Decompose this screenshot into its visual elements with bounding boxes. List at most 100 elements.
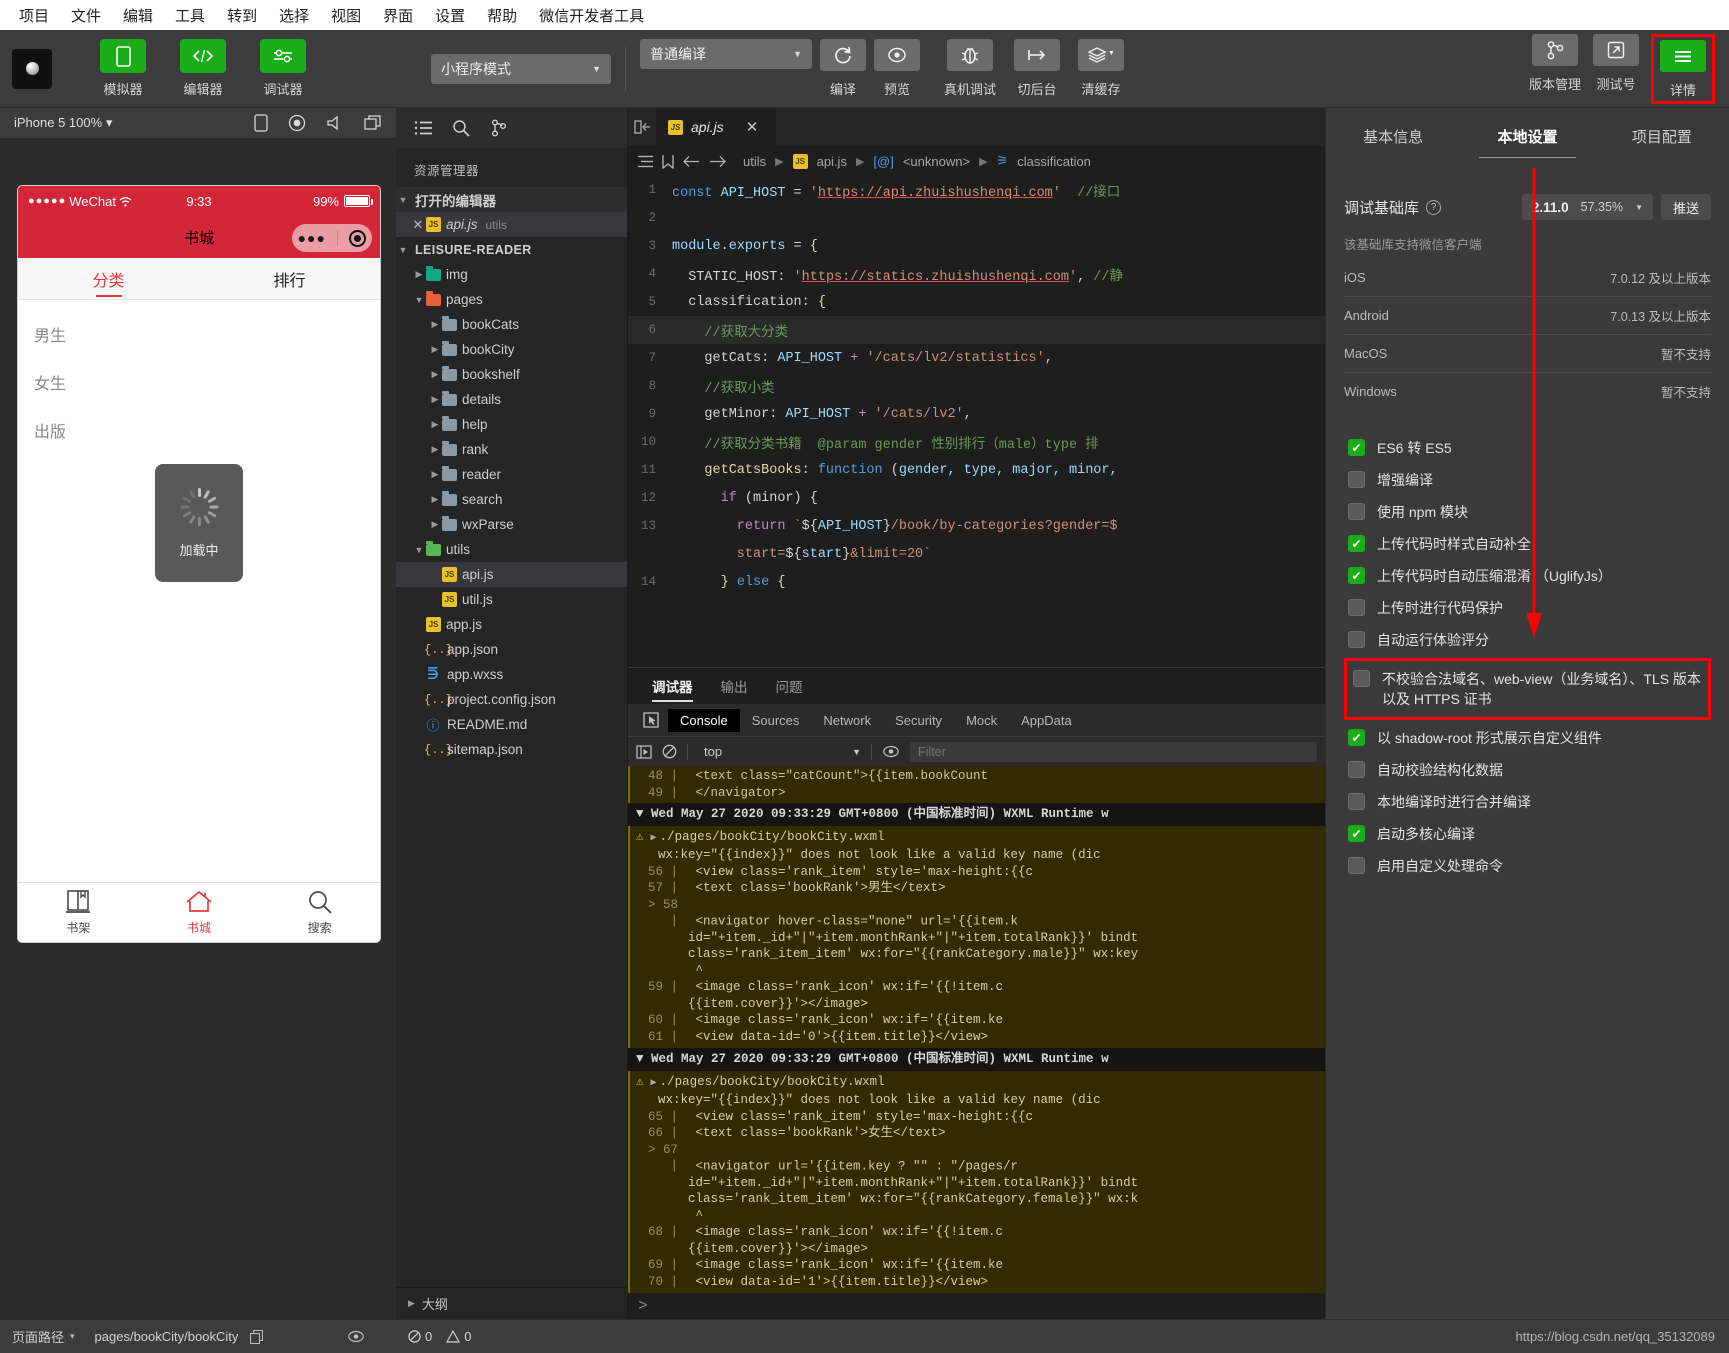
error-badge[interactable]: 0 [408,1329,432,1344]
eye-icon[interactable] [347,1330,365,1343]
tree-item-details[interactable]: ▶ details [396,387,627,412]
setting-checkbox-row[interactable]: 启动多核心编译 [1344,818,1711,850]
list-icon[interactable] [414,120,432,136]
settings-tab-local-settings[interactable]: 本地设置 [1460,108,1594,164]
checkbox-unchecked-icon[interactable] [1353,670,1370,687]
console-prompt[interactable]: > [628,1293,1325,1319]
checkbox-unchecked-icon[interactable] [1348,857,1365,874]
tree-item-img[interactable]: ▶ img [396,262,627,287]
checkbox-unchecked-icon[interactable] [1348,503,1365,520]
category-item-publish[interactable]: 出版 [18,406,380,454]
checkbox-unchecked-icon[interactable] [1348,599,1365,616]
devtools-tab-security[interactable]: Security [883,709,954,732]
checkbox-checked-icon[interactable] [1348,567,1365,584]
editor-toggle-button[interactable]: 编辑器 [170,39,236,98]
code-editor[interactable]: 1 const API_HOST = 'https://api.zhuishush… [628,176,1325,667]
devtools-tab-mock[interactable]: Mock [954,709,1009,732]
compile-select[interactable]: 普通编译 ▼ [640,39,812,69]
real-device-debug-button[interactable]: 真机调试 [944,39,996,98]
tree-item-project-config[interactable]: {..} project.config.json [396,687,627,712]
setting-checkbox-row[interactable]: 本地编译时进行合并编译 [1344,786,1711,818]
eye-icon[interactable] [882,745,900,758]
execute-icon[interactable] [636,744,652,759]
test-number-button[interactable]: 测试号 [1593,33,1639,93]
tabbar-item-bookcity[interactable]: 书城 [139,883,260,942]
back-arrow-icon[interactable] [683,155,700,168]
tree-item-reader[interactable]: ▶ reader [396,462,627,487]
menu-item-interface[interactable]: 界面 [372,2,424,29]
breadcrumb-unknown[interactable]: <unknown> [903,154,970,169]
split-editor-icon[interactable] [628,108,656,146]
tabbar-item-bookshelf[interactable]: 书架 [18,883,139,942]
tree-section-open-editors[interactable]: ▼ 打开的编辑器 [396,187,627,212]
checkbox-checked-icon[interactable] [1348,729,1365,746]
chevron-down-icon[interactable]: ▾ [70,1331,75,1342]
devtools-tab-sources[interactable]: Sources [740,709,812,732]
tree-item-bookshelf[interactable]: ▶ bookshelf [396,362,627,387]
setting-checkbox-row[interactable]: 以 shadow-root 形式展示自定义组件 [1344,722,1711,754]
volume-icon[interactable] [326,115,344,131]
checkbox-unchecked-icon[interactable] [1348,471,1365,488]
source-control-icon[interactable] [490,119,508,137]
inspect-element-icon[interactable] [634,712,668,728]
devtools-tab-network[interactable]: Network [811,709,883,732]
version-management-button[interactable]: 版本管理 [1529,33,1581,93]
tree-item-sitemap[interactable]: {..} sitemap.json [396,737,627,762]
warning-badge[interactable]: 0 [446,1329,471,1344]
close-icon[interactable]: ✕ [410,217,426,233]
tree-item-readme[interactable]: ⓘ README.md [396,712,627,737]
device-select[interactable]: iPhone 5 100% ▾ [14,115,112,131]
breadcrumb-file[interactable]: api.js [817,154,847,169]
setting-checkbox-row[interactable]: 不校验合法域名、web-view（业务域名）、TLS 版本以及 HTTPS 证书 [1344,658,1711,720]
console-timestamp[interactable]: ▼ Wed May 27 2020 09:33:29 GMT+0800 (中国标… [628,1048,1325,1071]
tree-item-wxparse[interactable]: ▶ wxParse [396,512,627,537]
more-icon[interactable]: ●●● [298,230,326,246]
menu-item-edit[interactable]: 编辑 [112,2,164,29]
window-icon[interactable] [364,115,382,131]
statusbar-problems[interactable]: 0 0 [396,1329,628,1344]
bookmark-icon[interactable] [662,154,674,169]
devtools-tab-console[interactable]: Console [668,708,740,732]
clear-cache-button[interactable]: ▼ 清缓存 [1078,39,1125,98]
phone-tab-category[interactable]: 分类 [18,258,199,299]
devtools-tab-appdata[interactable]: AppData [1009,709,1084,732]
menu-item-settings[interactable]: 设置 [424,2,476,29]
setting-checkbox-row[interactable]: 自动校验结构化数据 [1344,754,1711,786]
console-filter-input[interactable] [910,741,1317,762]
rotate-icon[interactable] [254,114,268,132]
tree-item-pages[interactable]: ▼ pages [396,287,627,312]
background-button[interactable]: 切后台 [1014,39,1061,98]
tree-item-utils[interactable]: ▼ utils [396,537,627,562]
setting-checkbox-row[interactable]: 上传时进行代码保护 [1344,592,1711,624]
debug-library-version-select[interactable]: 2.11.0 57.35% ▼ [1521,194,1653,220]
breadcrumb-utils[interactable]: utils [743,154,766,169]
console-tab-output[interactable]: 输出 [721,668,748,704]
chevron-down-icon[interactable]: ▼ [852,747,861,757]
tree-item-search[interactable]: ▶ search [396,487,627,512]
setting-checkbox-row[interactable]: 增强编译 [1344,464,1711,496]
preview-button[interactable]: 预览 [874,39,920,98]
detail-button[interactable]: 详情 [1660,39,1706,99]
tree-item-app-js[interactable]: JS app.js [396,612,627,637]
menu-item-file[interactable]: 文件 [60,2,112,29]
category-item-male[interactable]: 男生 [18,310,380,358]
checkbox-unchecked-icon[interactable] [1348,761,1365,778]
record-icon[interactable] [288,114,306,132]
help-icon[interactable]: ? [1426,199,1442,215]
open-editor-item-api-js[interactable]: ✕ JS api.js utils [396,212,627,237]
close-circle-icon[interactable] [349,229,367,247]
tree-item-app-wxss[interactable]: ⋽ app.wxss [396,662,627,687]
checkbox-checked-icon[interactable] [1348,439,1365,456]
setting-checkbox-row[interactable]: 使用 npm 模块 [1344,496,1711,528]
breadcrumb-symbol[interactable]: classification [1017,154,1091,169]
menu-item-project[interactable]: 项目 [8,2,60,29]
console-tab-problems[interactable]: 问题 [776,668,803,704]
console-tab-debugger[interactable]: 调试器 [652,668,693,704]
settings-tab-project-config[interactable]: 项目配置 [1595,108,1729,164]
setting-checkbox-row[interactable]: 上传代码时自动压缩混淆 （UglifyJs） [1344,560,1711,592]
category-item-female[interactable]: 女生 [18,358,380,406]
debugger-toggle-button[interactable]: 调试器 [250,39,316,98]
console-warning-entry[interactable]: ⚠ ▶ ./pages/bookCity/bookCity.wxml wx:key="… [628,825,1325,1048]
console-context-value[interactable]: top [704,744,722,759]
copy-icon[interactable] [250,1329,264,1344]
